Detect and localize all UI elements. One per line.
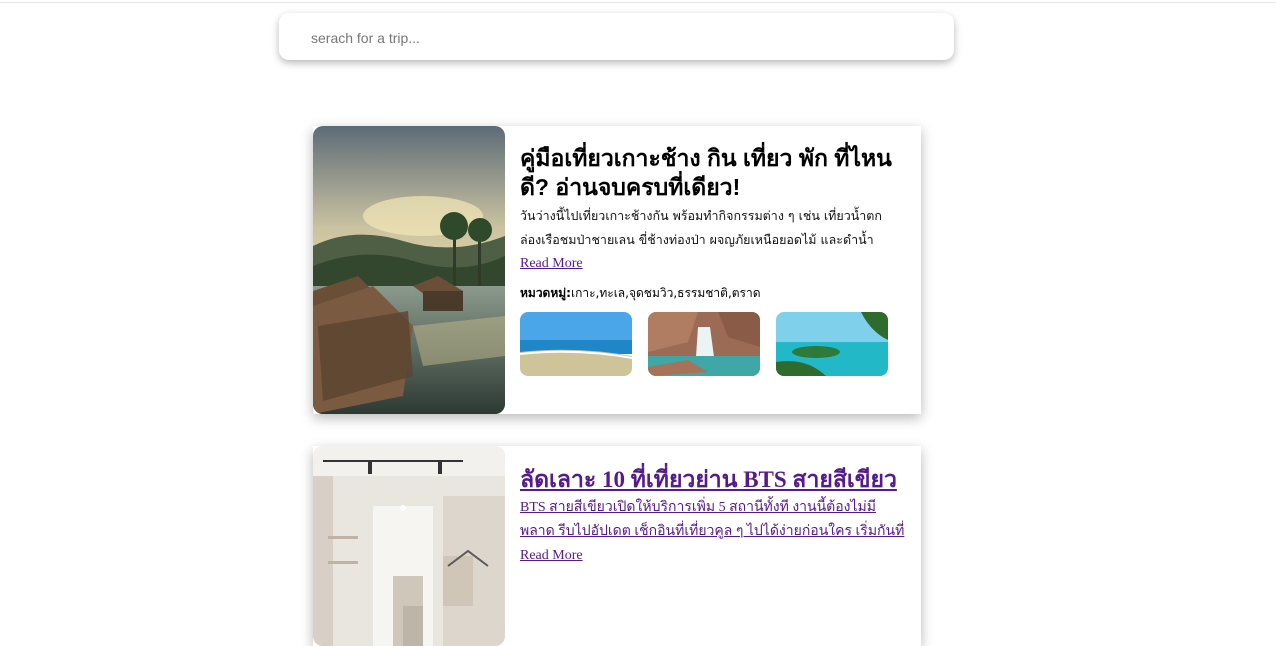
article-description: วันว่างนี้ไปเที่ยวเกาะช้างกัน พร้อมทำกิจ…	[520, 208, 882, 247]
gallery-beach-photo[interactable]	[520, 312, 632, 376]
article-description-link[interactable]: BTS สายสีเขียวเปิดให้บริการเพิ่ม 5 สถานี…	[520, 496, 905, 544]
categories-label: หมวดหมู่:	[520, 286, 571, 300]
article-card[interactable]: คู่มือเที่ยวเกาะช้าง กิน เที่ยว พัก ที่ไ…	[313, 126, 921, 414]
article-body: คู่มือเที่ยวเกาะช้าง กิน เที่ยว พัก ที่ไ…	[520, 126, 905, 376]
read-more-link[interactable]: Read More	[520, 546, 583, 566]
top-divider	[0, 2, 1276, 3]
search-input[interactable]	[309, 13, 933, 62]
article-card[interactable]: ลัดเลาะ 10 ที่เที่ยวย่าน BTS สายสีเขียว …	[313, 446, 921, 646]
article-categories: หมวดหมู่:เกาะ,ทะเล,จุดชมวิว,ธรรมชาติ,ตรา…	[520, 284, 905, 302]
article-title-link[interactable]: ลัดเลาะ 10 ที่เที่ยวย่าน BTS สายสีเขียว	[520, 465, 905, 494]
read-more-link[interactable]: Read More	[520, 254, 583, 274]
article-title: คู่มือเที่ยวเกาะช้าง กิน เที่ยว พัก ที่ไ…	[520, 145, 892, 200]
search-bar[interactable]	[279, 13, 954, 62]
article-thumbnail-cafe[interactable]	[313, 446, 505, 646]
article-thumbnail-resort[interactable]	[313, 126, 505, 414]
article-body: ลัดเลาะ 10 ที่เที่ยวย่าน BTS สายสีเขียว …	[520, 446, 905, 566]
categories-values: เกาะ,ทะเล,จุดชมวิว,ธรรมชาติ,ตราด	[570, 286, 761, 300]
gallery-island-photo[interactable]	[776, 312, 888, 376]
article-gallery	[520, 312, 905, 376]
gallery-waterfall-photo[interactable]	[648, 312, 760, 376]
